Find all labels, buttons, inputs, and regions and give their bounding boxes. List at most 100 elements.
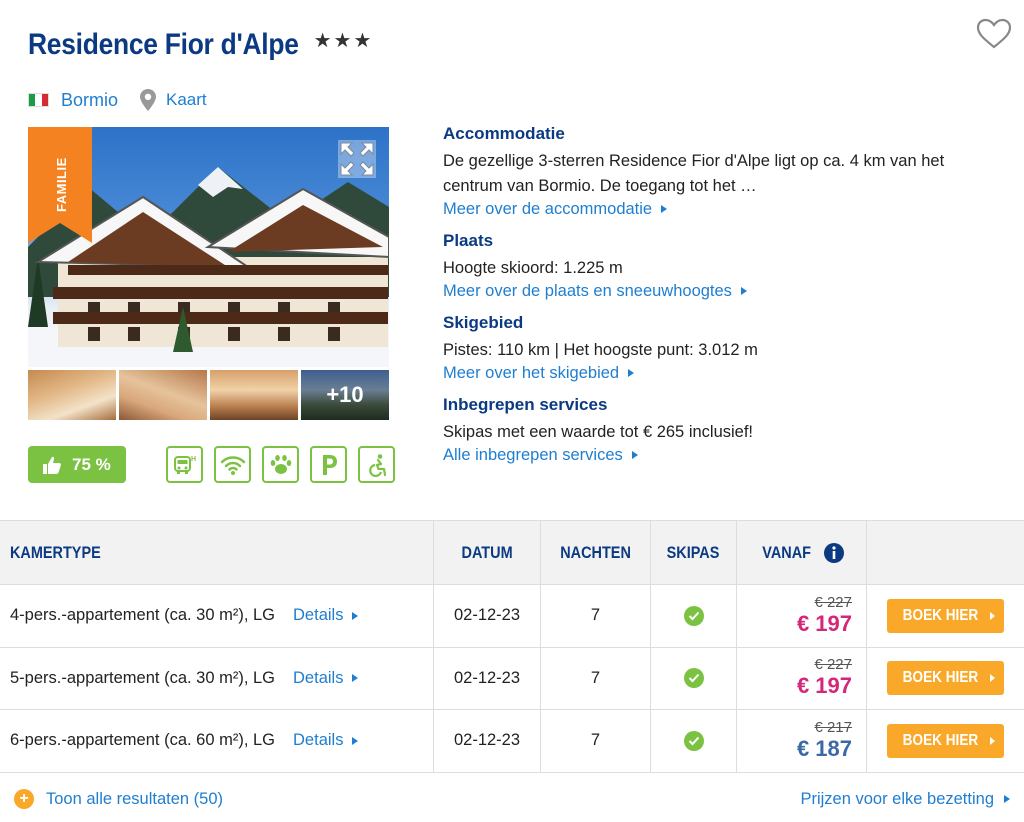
guest-rating-badge: 75 % [28, 446, 126, 483]
more-photos-count: +10 [326, 382, 364, 407]
caret-right-icon [990, 611, 996, 620]
place-link[interactable]: Meer over de plaats en sneeuwhoogtes [443, 282, 747, 301]
italy-flag-icon [28, 93, 49, 107]
services-link[interactable]: Alle inbegrepen services [443, 446, 638, 465]
family-badge: FAMILIE [28, 127, 92, 243]
nights-cell: 7 [541, 710, 651, 772]
thumbnail-2[interactable] [119, 370, 207, 420]
caret-right-icon [740, 287, 747, 295]
heart-icon[interactable] [976, 18, 1012, 50]
svg-text:H: H [191, 456, 196, 463]
room-name: 4-pers.-appartement (ca. 30 m²), LG [10, 606, 276, 625]
details-link[interactable]: Details [293, 606, 359, 625]
plus-icon: + [14, 789, 34, 809]
book-button[interactable]: BOEK HIER [887, 723, 1004, 758]
map-pin-icon [140, 89, 157, 111]
skipass-cell [651, 710, 737, 772]
pets-icon [262, 446, 299, 483]
thumbnail-more[interactable]: +10 [301, 370, 389, 420]
details-link[interactable]: Details [293, 669, 359, 688]
hotel-name[interactable]: Residence Fior d'Alpe [28, 28, 299, 62]
results-footer: + Toon alle resultaten (50) Prijzen voor… [0, 784, 1024, 814]
show-all-results-link[interactable]: + Toon alle resultaten (50) [14, 789, 223, 809]
price-cell: € 227 € 197 [737, 585, 867, 647]
header-nights: NACHTEN [541, 521, 651, 584]
wheelchair-icon [358, 446, 395, 483]
caret-right-icon [352, 736, 359, 745]
checkmark-icon [683, 668, 704, 689]
table-row: 6-pers.-appartement (ca. 60 m²), LG Deta… [0, 710, 1024, 773]
show-all-label: Toon alle resultaten (50) [46, 789, 224, 808]
caret-right-icon [990, 736, 996, 745]
room-type-cell: 5-pers.-appartement (ca. 30 m²), LG Deta… [0, 647, 434, 709]
services-link-label: Alle inbegrepen services [443, 446, 623, 464]
price-cell: € 227 € 197 [737, 647, 867, 709]
info-panel: Accommodatie De gezellige 3-sterren Resi… [443, 124, 1003, 477]
old-price: € 217 [814, 718, 852, 736]
nights-cell: 7 [541, 585, 651, 647]
prices-per-occupancy-link[interactable]: Prijzen voor elke bezetting [800, 790, 1010, 809]
room-name: 5-pers.-appartement (ca. 30 m²), LG [10, 668, 276, 687]
thumbnail-1[interactable] [28, 370, 116, 420]
details-link[interactable]: Details [293, 731, 359, 750]
family-badge-label: FAMILIE [54, 157, 69, 212]
ski-area-link[interactable]: Meer over het skigebied [443, 364, 635, 383]
price-cell: € 217 € 187 [737, 710, 867, 772]
title-row: Residence Fior d'Alpe ★★★ [28, 28, 373, 62]
parking-icon [310, 446, 347, 483]
room-name: 6-pers.-appartement (ca. 60 m²), LG [10, 731, 276, 750]
caret-right-icon [352, 674, 359, 683]
photo-thumbnails: +10 [28, 370, 389, 420]
services-text: Skipas met een waarde tot € 265 inclusie… [443, 423, 754, 441]
date-cell: 02-12-23 [434, 585, 541, 647]
room-type-cell: 4-pers.-appartement (ca. 30 m²), LG Deta… [0, 585, 434, 647]
caret-right-icon [631, 451, 638, 459]
place-heading: Plaats [443, 231, 494, 250]
accommodation-link-label: Meer over de accommodatie [443, 200, 653, 218]
action-cell: BOEK HIER [867, 710, 1024, 772]
thumbnail-3[interactable] [210, 370, 298, 420]
old-price: € 227 [814, 656, 852, 674]
skipass-cell [651, 585, 737, 647]
city-link[interactable]: Bormio [61, 90, 118, 111]
book-button[interactable]: BOEK HIER [887, 598, 1004, 633]
table-header: KAMERTYPE DATUM NACHTEN SKIPAS VANAF [0, 521, 1024, 585]
old-price: € 227 [814, 593, 852, 611]
accommodation-link[interactable]: Meer over de accommodatie [443, 200, 668, 219]
map-link[interactable]: Kaart [166, 90, 207, 110]
room-type-cell: 6-pers.-appartement (ca. 60 m²), LG Deta… [0, 710, 434, 772]
nights-cell: 7 [541, 647, 651, 709]
caret-right-icon [661, 205, 668, 213]
amenities-list: H [166, 446, 395, 483]
expand-icon[interactable] [338, 140, 376, 178]
star-rating: ★★★ [313, 30, 374, 52]
book-button[interactable]: BOEK HIER [887, 661, 1004, 696]
caret-right-icon [1004, 795, 1010, 803]
wifi-icon [214, 446, 251, 483]
thumbs-up-icon [43, 456, 61, 474]
current-price: € 187 [796, 735, 852, 761]
prices-link-label: Prijzen voor elke bezetting [800, 789, 994, 808]
location-row: Bormio Kaart [28, 88, 207, 112]
caret-right-icon [352, 611, 359, 620]
table-row: 5-pers.-appartement (ca. 30 m²), LG Deta… [0, 647, 1024, 710]
checkmark-icon [683, 605, 704, 626]
ski-area-link-label: Meer over het skigebied [443, 364, 620, 382]
info-icon[interactable] [823, 542, 845, 564]
guest-rating-value: 75 % [72, 454, 111, 474]
current-price: € 197 [796, 673, 852, 699]
caret-right-icon [628, 369, 635, 377]
action-cell: BOEK HIER [867, 585, 1024, 647]
date-cell: 02-12-23 [434, 647, 541, 709]
table-row: 4-pers.-appartement (ca. 30 m²), LG Deta… [0, 585, 1024, 648]
header-room-type: KAMERTYPE [0, 521, 434, 584]
place-text: Hoogte skioord: 1.225 m [443, 259, 623, 277]
accommodation-section: Accommodatie De gezellige 3-sterren Resi… [443, 124, 1003, 219]
accommodation-text: De gezellige 3-sterren Residence Fior d'… [443, 152, 945, 195]
action-cell: BOEK HIER [867, 648, 1024, 710]
accommodation-heading: Accommodatie [443, 124, 565, 143]
services-heading: Inbegrepen services [443, 395, 608, 414]
checkmark-icon [683, 730, 704, 751]
skipass-cell [651, 647, 737, 709]
services-section: Inbegrepen services Skipas met een waard… [443, 395, 1003, 465]
